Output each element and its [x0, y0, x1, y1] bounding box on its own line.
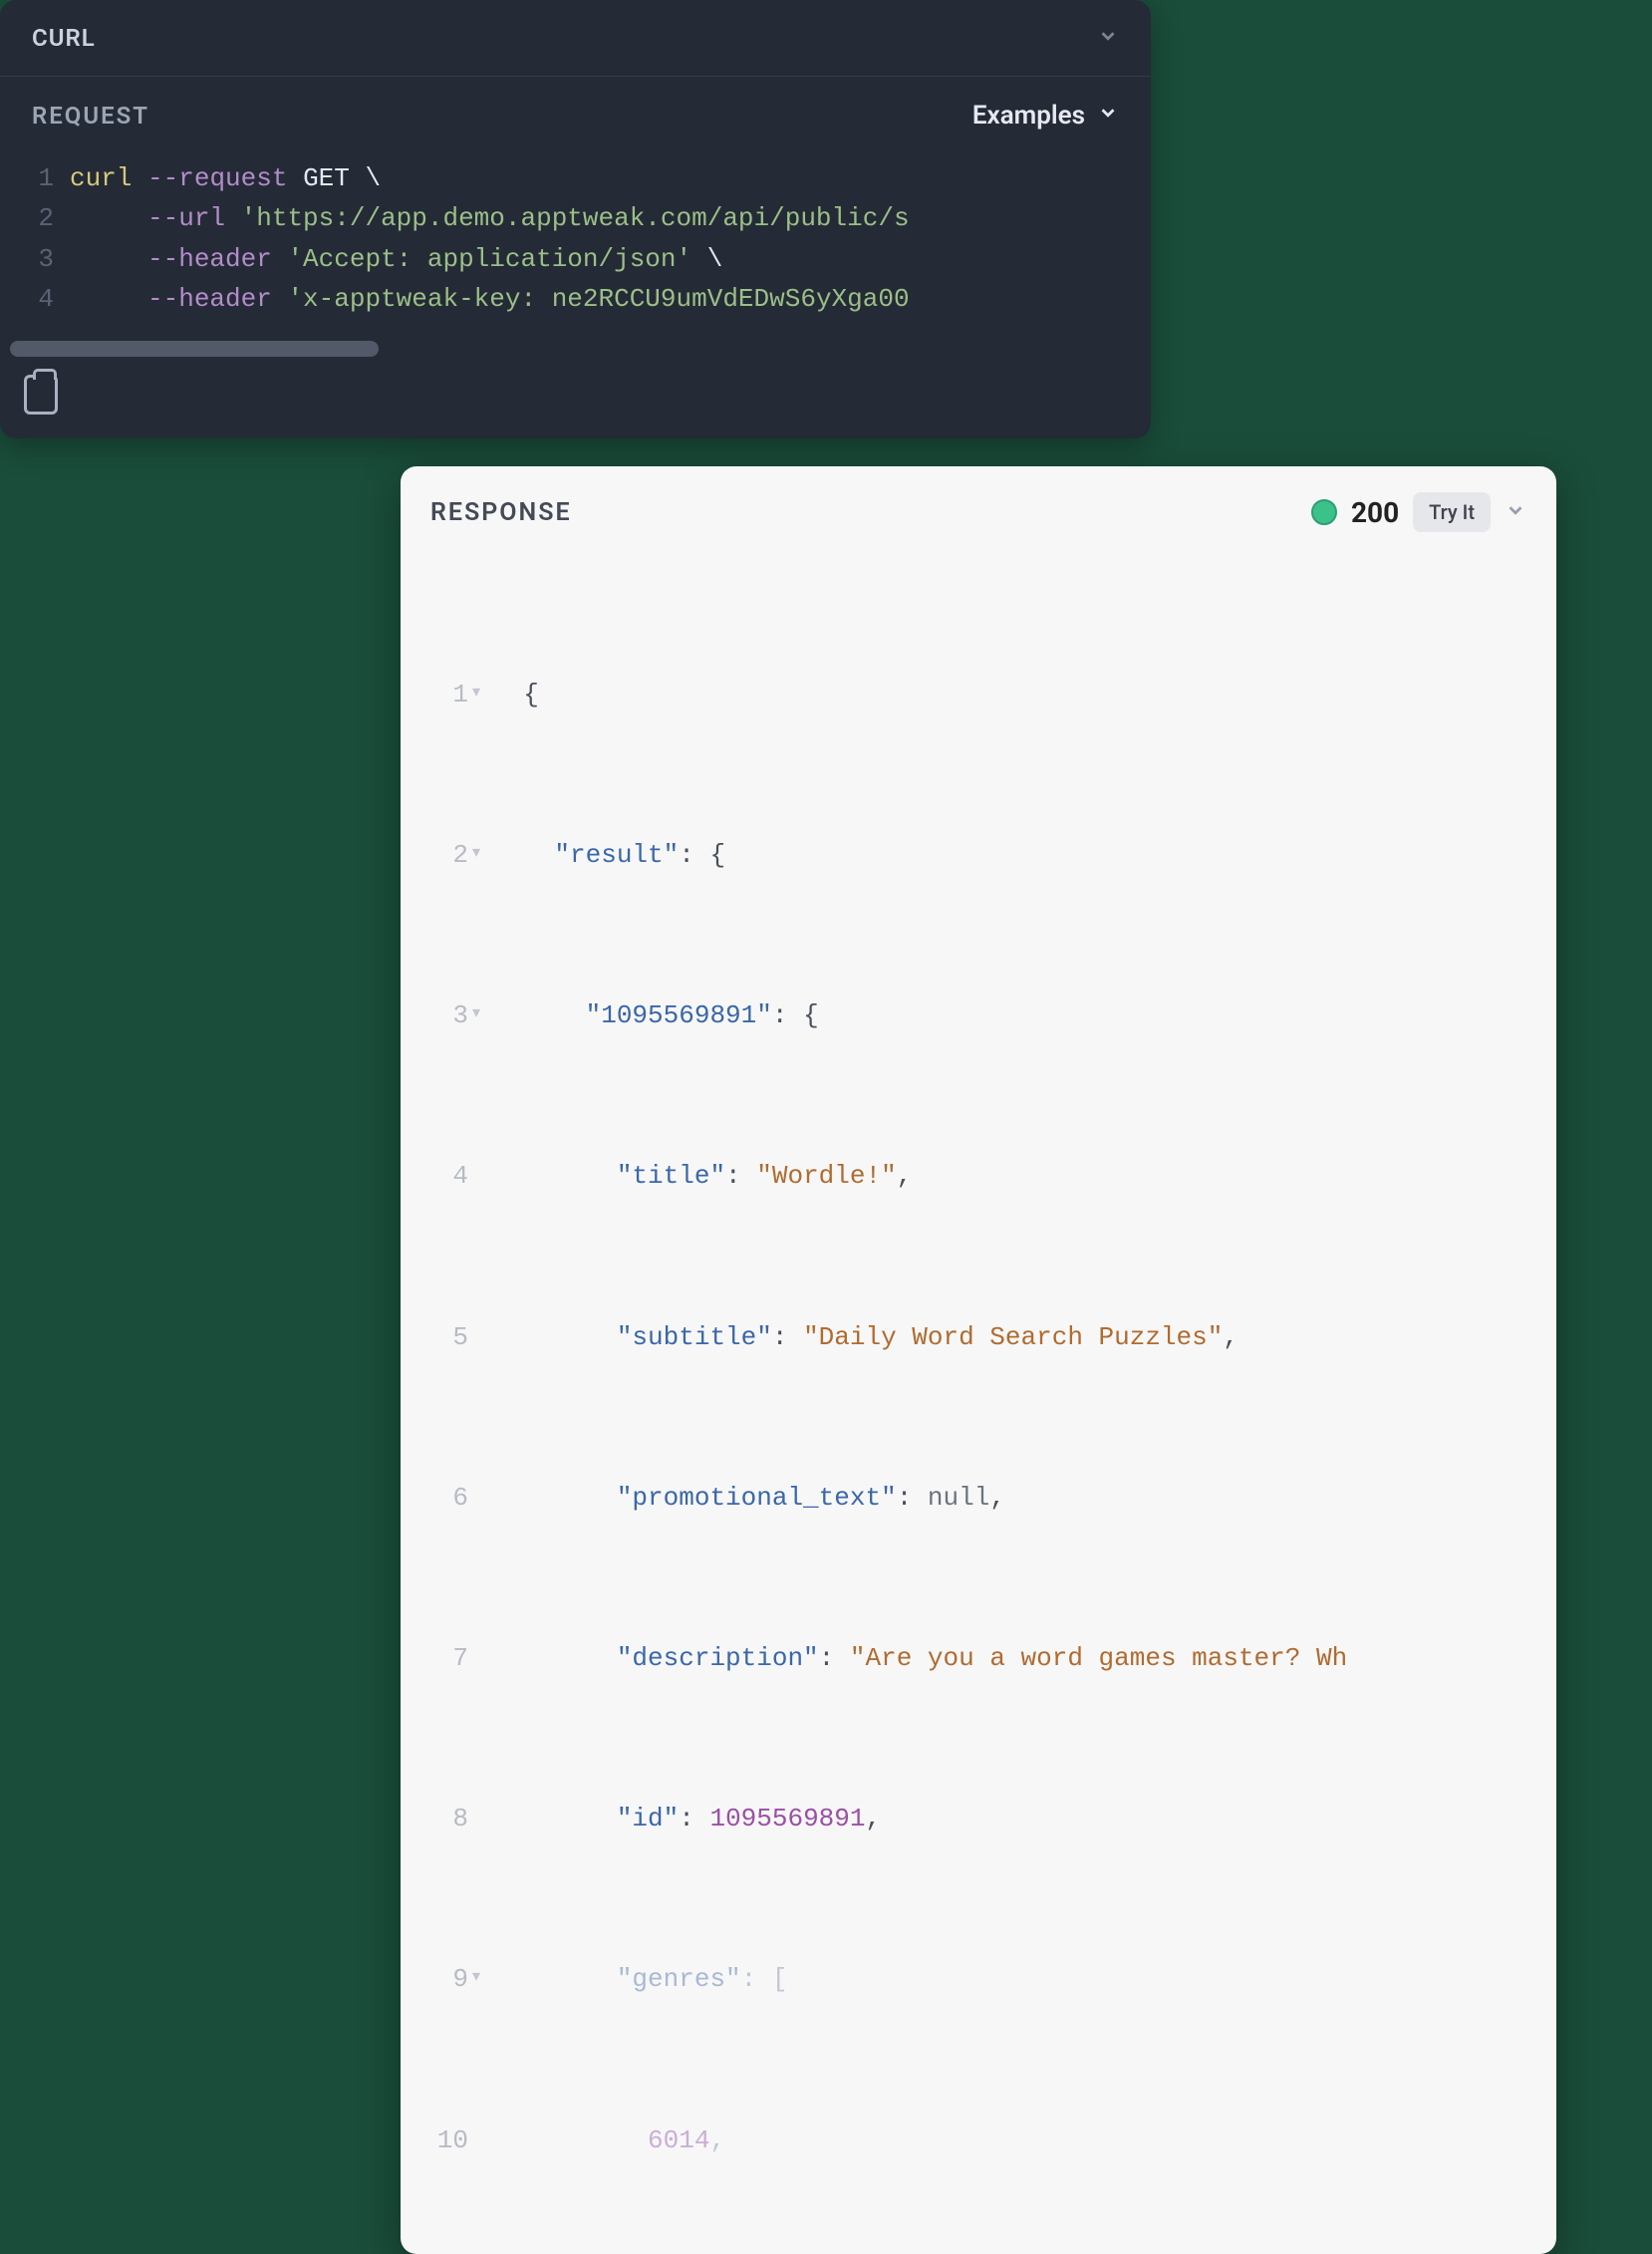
fold-spacer: [472, 1638, 492, 1678]
fold-toggle-icon[interactable]: ▾: [472, 675, 492, 714]
json-line: 6 "promotional_text": null,: [401, 1478, 1556, 1518]
chevron-down-icon: [1097, 101, 1119, 131]
response-header: RESPONSE 200 Try It: [401, 466, 1556, 554]
json-line: 7 "description": "Are you a word games m…: [401, 1638, 1556, 1678]
code-line: 1 curl --request GET \: [0, 158, 1151, 198]
fold-spacer: [472, 1317, 492, 1357]
line-number: 2: [0, 198, 70, 238]
line-number: 3: [401, 995, 472, 1035]
examples-label: Examples: [972, 101, 1085, 131]
line-number: 4: [0, 279, 70, 319]
json-line: 3 ▾ "1095569891": {: [401, 995, 1556, 1035]
status-code: 200: [1351, 496, 1399, 529]
request-code-block[interactable]: 1 curl --request GET \ 2 --url 'https://…: [0, 148, 1151, 329]
code-line: 4 --header 'x-apptweak-key: ne2RCCU9umVd…: [0, 279, 1151, 319]
fold-toggle-icon[interactable]: ▾: [472, 995, 492, 1035]
line-number: 3: [0, 239, 70, 279]
json-line: 9 ▾ "genres": [: [401, 1959, 1556, 1999]
fold-toggle-icon[interactable]: ▾: [472, 1959, 492, 1999]
line-number: 1: [0, 158, 70, 198]
json-line: 4 "title": "Wordle!",: [401, 1156, 1556, 1196]
json-line: 1 ▾ {: [401, 675, 1556, 714]
code-line: 2 --url 'https://app.demo.apptweak.com/a…: [0, 198, 1151, 238]
json-line: 5 "subtitle": "Daily Word Search Puzzles…: [401, 1317, 1556, 1357]
chevron-down-icon: [1097, 25, 1119, 51]
fold-toggle-icon[interactable]: ▾: [472, 835, 492, 875]
line-number: 8: [401, 1799, 472, 1838]
response-controls: 200 Try It: [1311, 492, 1526, 532]
json-line: 8 "id": 1095569891,: [401, 1799, 1556, 1838]
response-panel: RESPONSE 200 Try It 1 ▾ { 2 ▾ "result": …: [401, 466, 1556, 2254]
request-panel: CURL REQUEST Examples 1 curl --request G…: [0, 0, 1151, 438]
line-number: 6: [401, 1478, 472, 1518]
status-dot-icon: [1311, 499, 1337, 525]
horizontal-scrollbar[interactable]: [8, 341, 1143, 357]
line-number: 7: [401, 1638, 472, 1678]
fold-spacer: [472, 1156, 492, 1196]
fold-spacer: [472, 2120, 492, 2160]
line-number: 2: [401, 835, 472, 875]
line-number: 9: [401, 1959, 472, 1999]
try-it-button[interactable]: Try It: [1413, 492, 1491, 532]
line-number: 1: [401, 675, 472, 714]
clipboard-icon[interactable]: [24, 375, 58, 415]
json-line: 10 6014,: [401, 2120, 1556, 2160]
response-section-label: RESPONSE: [430, 498, 572, 527]
fold-spacer: [472, 1478, 492, 1518]
request-section-label: REQUEST: [32, 102, 149, 130]
line-number: 5: [401, 1317, 472, 1357]
chevron-down-icon[interactable]: [1505, 499, 1526, 525]
request-section-header: REQUEST Examples: [0, 77, 1151, 148]
examples-dropdown[interactable]: Examples: [972, 101, 1119, 131]
request-footer: [0, 357, 1151, 438]
fold-spacer: [472, 1799, 492, 1838]
code-line: 3 --header 'Accept: application/json' \: [0, 239, 1151, 279]
line-number: 4: [401, 1156, 472, 1196]
response-json-block[interactable]: 1 ▾ { 2 ▾ "result": { 3 ▾ "1095569891": …: [401, 554, 1556, 2240]
language-selector-header[interactable]: CURL: [0, 0, 1151, 77]
line-number: 10: [401, 2120, 472, 2160]
scrollbar-thumb[interactable]: [10, 341, 379, 357]
language-label: CURL: [32, 24, 96, 52]
json-line: 2 ▾ "result": {: [401, 835, 1556, 875]
